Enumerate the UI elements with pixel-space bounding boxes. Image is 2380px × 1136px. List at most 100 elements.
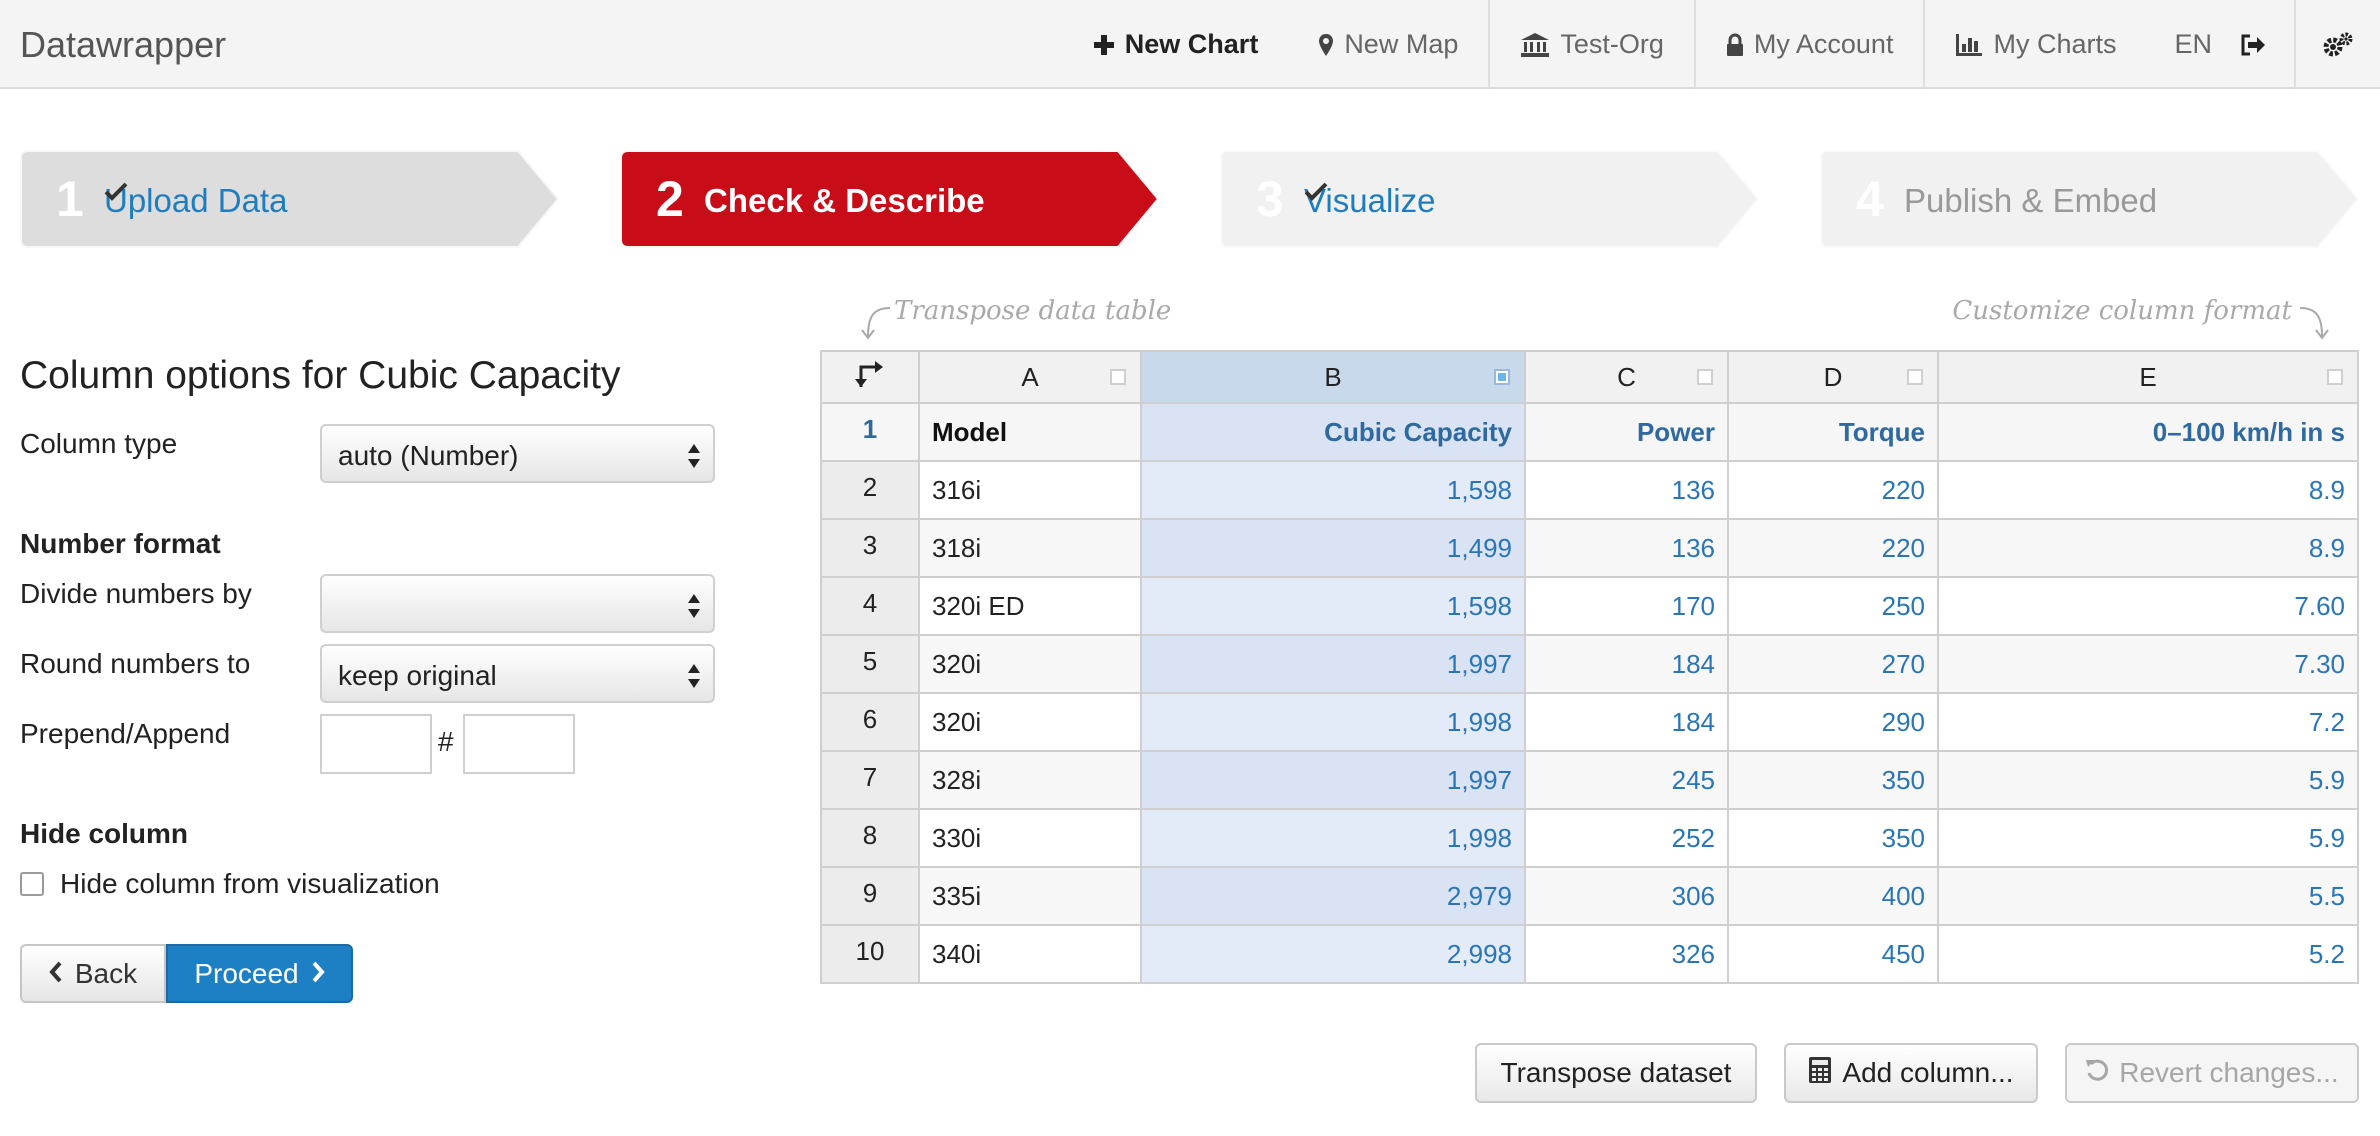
table-cell[interactable]: Power: [1524, 402, 1729, 462]
table-cell[interactable]: 316i: [918, 460, 1142, 520]
hide-column-checkbox[interactable]: [20, 872, 44, 896]
table-cell[interactable]: 320i: [918, 692, 1142, 752]
table-cell[interactable]: 335i: [918, 866, 1142, 926]
nav-my-charts[interactable]: My Charts: [1923, 0, 2146, 89]
table-cell[interactable]: 184: [1524, 634, 1729, 694]
nav-new-chart[interactable]: New Chart: [1063, 0, 1289, 89]
row-number[interactable]: 10: [820, 924, 920, 984]
step-upload-data[interactable]: 1 Upload Data: [20, 150, 560, 248]
row-number[interactable]: 4: [820, 576, 920, 636]
proceed-button[interactable]: Proceed: [166, 944, 353, 1003]
nav-account[interactable]: My Account: [1693, 0, 1924, 89]
step-visualize[interactable]: 3 Visualize: [1220, 150, 1760, 248]
table-cell[interactable]: 320i: [918, 634, 1142, 694]
nav-org[interactable]: Test-Org: [1488, 0, 1694, 89]
table-cell[interactable]: 320i ED: [918, 576, 1142, 636]
column-select-checkbox[interactable]: [1907, 369, 1923, 385]
table-cell[interactable]: 1,598: [1140, 460, 1526, 520]
row-number[interactable]: 5: [820, 634, 920, 694]
transpose-hint-arrow-icon: [860, 306, 892, 345]
table-cell[interactable]: 170: [1524, 576, 1729, 636]
table-cell[interactable]: 245: [1524, 750, 1729, 810]
table-cell[interactable]: 350: [1727, 808, 1939, 868]
table-cell[interactable]: 184: [1524, 692, 1729, 752]
column-type-select[interactable]: auto (Number): [320, 424, 715, 483]
table-cell[interactable]: 5.9: [1937, 808, 2359, 868]
nav-settings[interactable]: [2294, 0, 2380, 89]
back-button[interactable]: Back: [20, 944, 166, 1003]
table-cell[interactable]: 1,499: [1140, 518, 1526, 578]
column-header-b[interactable]: B: [1140, 350, 1526, 404]
round-numbers-select[interactable]: keep original: [320, 644, 715, 703]
table-cell[interactable]: Torque: [1727, 402, 1939, 462]
table-cell[interactable]: 270: [1727, 634, 1939, 694]
table-cell[interactable]: 2,998: [1140, 924, 1526, 984]
step-check-describe[interactable]: 2 Check & Describe: [620, 150, 1160, 248]
row-number[interactable]: 8: [820, 808, 920, 868]
divide-numbers-select[interactable]: [320, 574, 715, 633]
table-cell[interactable]: 252: [1524, 808, 1729, 868]
row-number[interactable]: 2: [820, 460, 920, 520]
table-cell[interactable]: 220: [1727, 460, 1939, 520]
table-cell[interactable]: 136: [1524, 518, 1729, 578]
table-cell[interactable]: 7.60: [1937, 576, 2359, 636]
table-cell[interactable]: 1,998: [1140, 808, 1526, 868]
brand-logo[interactable]: Datawrapper: [20, 24, 226, 66]
row-number[interactable]: 7: [820, 750, 920, 810]
column-select-checkbox[interactable]: [2327, 369, 2343, 385]
table-cell[interactable]: 326: [1524, 924, 1729, 984]
table-cell[interactable]: 8.9: [1937, 518, 2359, 578]
column-select-checkbox[interactable]: [1110, 369, 1126, 385]
hide-column-checkbox-label[interactable]: Hide column from visualization: [60, 868, 440, 900]
table-cell[interactable]: 450: [1727, 924, 1939, 984]
table-cell[interactable]: 1,998: [1140, 692, 1526, 752]
table-cell[interactable]: 220: [1727, 518, 1939, 578]
table-cell[interactable]: 7.30: [1937, 634, 2359, 694]
append-input[interactable]: [463, 714, 575, 774]
table-cell[interactable]: 5.5: [1937, 866, 2359, 926]
table-cell[interactable]: 290: [1727, 692, 1939, 752]
row-number[interactable]: 9: [820, 866, 920, 926]
nav-new-map[interactable]: New Map: [1288, 0, 1488, 89]
revert-changes-button[interactable]: Revert changes...: [2065, 1043, 2359, 1103]
column-header-a[interactable]: A: [918, 350, 1142, 404]
row-number[interactable]: 3: [820, 518, 920, 578]
table-cell[interactable]: 306: [1524, 866, 1729, 926]
table-cell[interactable]: 340i: [918, 924, 1142, 984]
customize-hint-arrow-icon: [2298, 306, 2330, 345]
table-cell[interactable]: 0–100 km/h in s: [1937, 402, 2359, 462]
table-cell[interactable]: 5.2: [1937, 924, 2359, 984]
column-header-e[interactable]: E: [1937, 350, 2359, 404]
table-cell[interactable]: 330i: [918, 808, 1142, 868]
table-cell[interactable]: 328i: [918, 750, 1142, 810]
table-cell[interactable]: 250: [1727, 576, 1939, 636]
table-cell[interactable]: 2,979: [1140, 866, 1526, 926]
column-select-checkbox[interactable]: [1697, 369, 1713, 385]
table-row: 9 335i 2,979 306 400 5.5: [820, 866, 2359, 926]
table-cell[interactable]: 1,997: [1140, 634, 1526, 694]
row-number[interactable]: 6: [820, 692, 920, 752]
table-cell[interactable]: Cubic Capacity: [1140, 402, 1526, 462]
table-cell[interactable]: Model: [918, 402, 1142, 462]
table-cell[interactable]: 1,997: [1140, 750, 1526, 810]
table-cell[interactable]: 350: [1727, 750, 1939, 810]
table-cell[interactable]: 7.2: [1937, 692, 2359, 752]
column-header-c[interactable]: C: [1524, 350, 1729, 404]
table-cell[interactable]: 5.9: [1937, 750, 2359, 810]
table-cell[interactable]: 8.9: [1937, 460, 2359, 520]
table-cell[interactable]: 136: [1524, 460, 1729, 520]
nav-language[interactable]: EN: [2146, 0, 2240, 89]
divide-label: Divide numbers by: [20, 578, 252, 609]
table-cell[interactable]: 318i: [918, 518, 1142, 578]
column-select-checkbox[interactable]: [1494, 369, 1510, 385]
table-cell[interactable]: 1,598: [1140, 576, 1526, 636]
undo-icon: [2085, 1057, 2109, 1089]
table-cell[interactable]: 400: [1727, 866, 1939, 926]
row-number[interactable]: 1: [820, 402, 920, 462]
column-header-d[interactable]: D: [1727, 350, 1939, 404]
transpose-corner-button[interactable]: [820, 350, 920, 404]
nav-logout[interactable]: [2240, 0, 2294, 89]
prepend-input[interactable]: [320, 714, 432, 774]
transpose-dataset-button[interactable]: Transpose dataset: [1475, 1043, 1757, 1103]
add-column-button[interactable]: Add column...: [1784, 1043, 2038, 1103]
